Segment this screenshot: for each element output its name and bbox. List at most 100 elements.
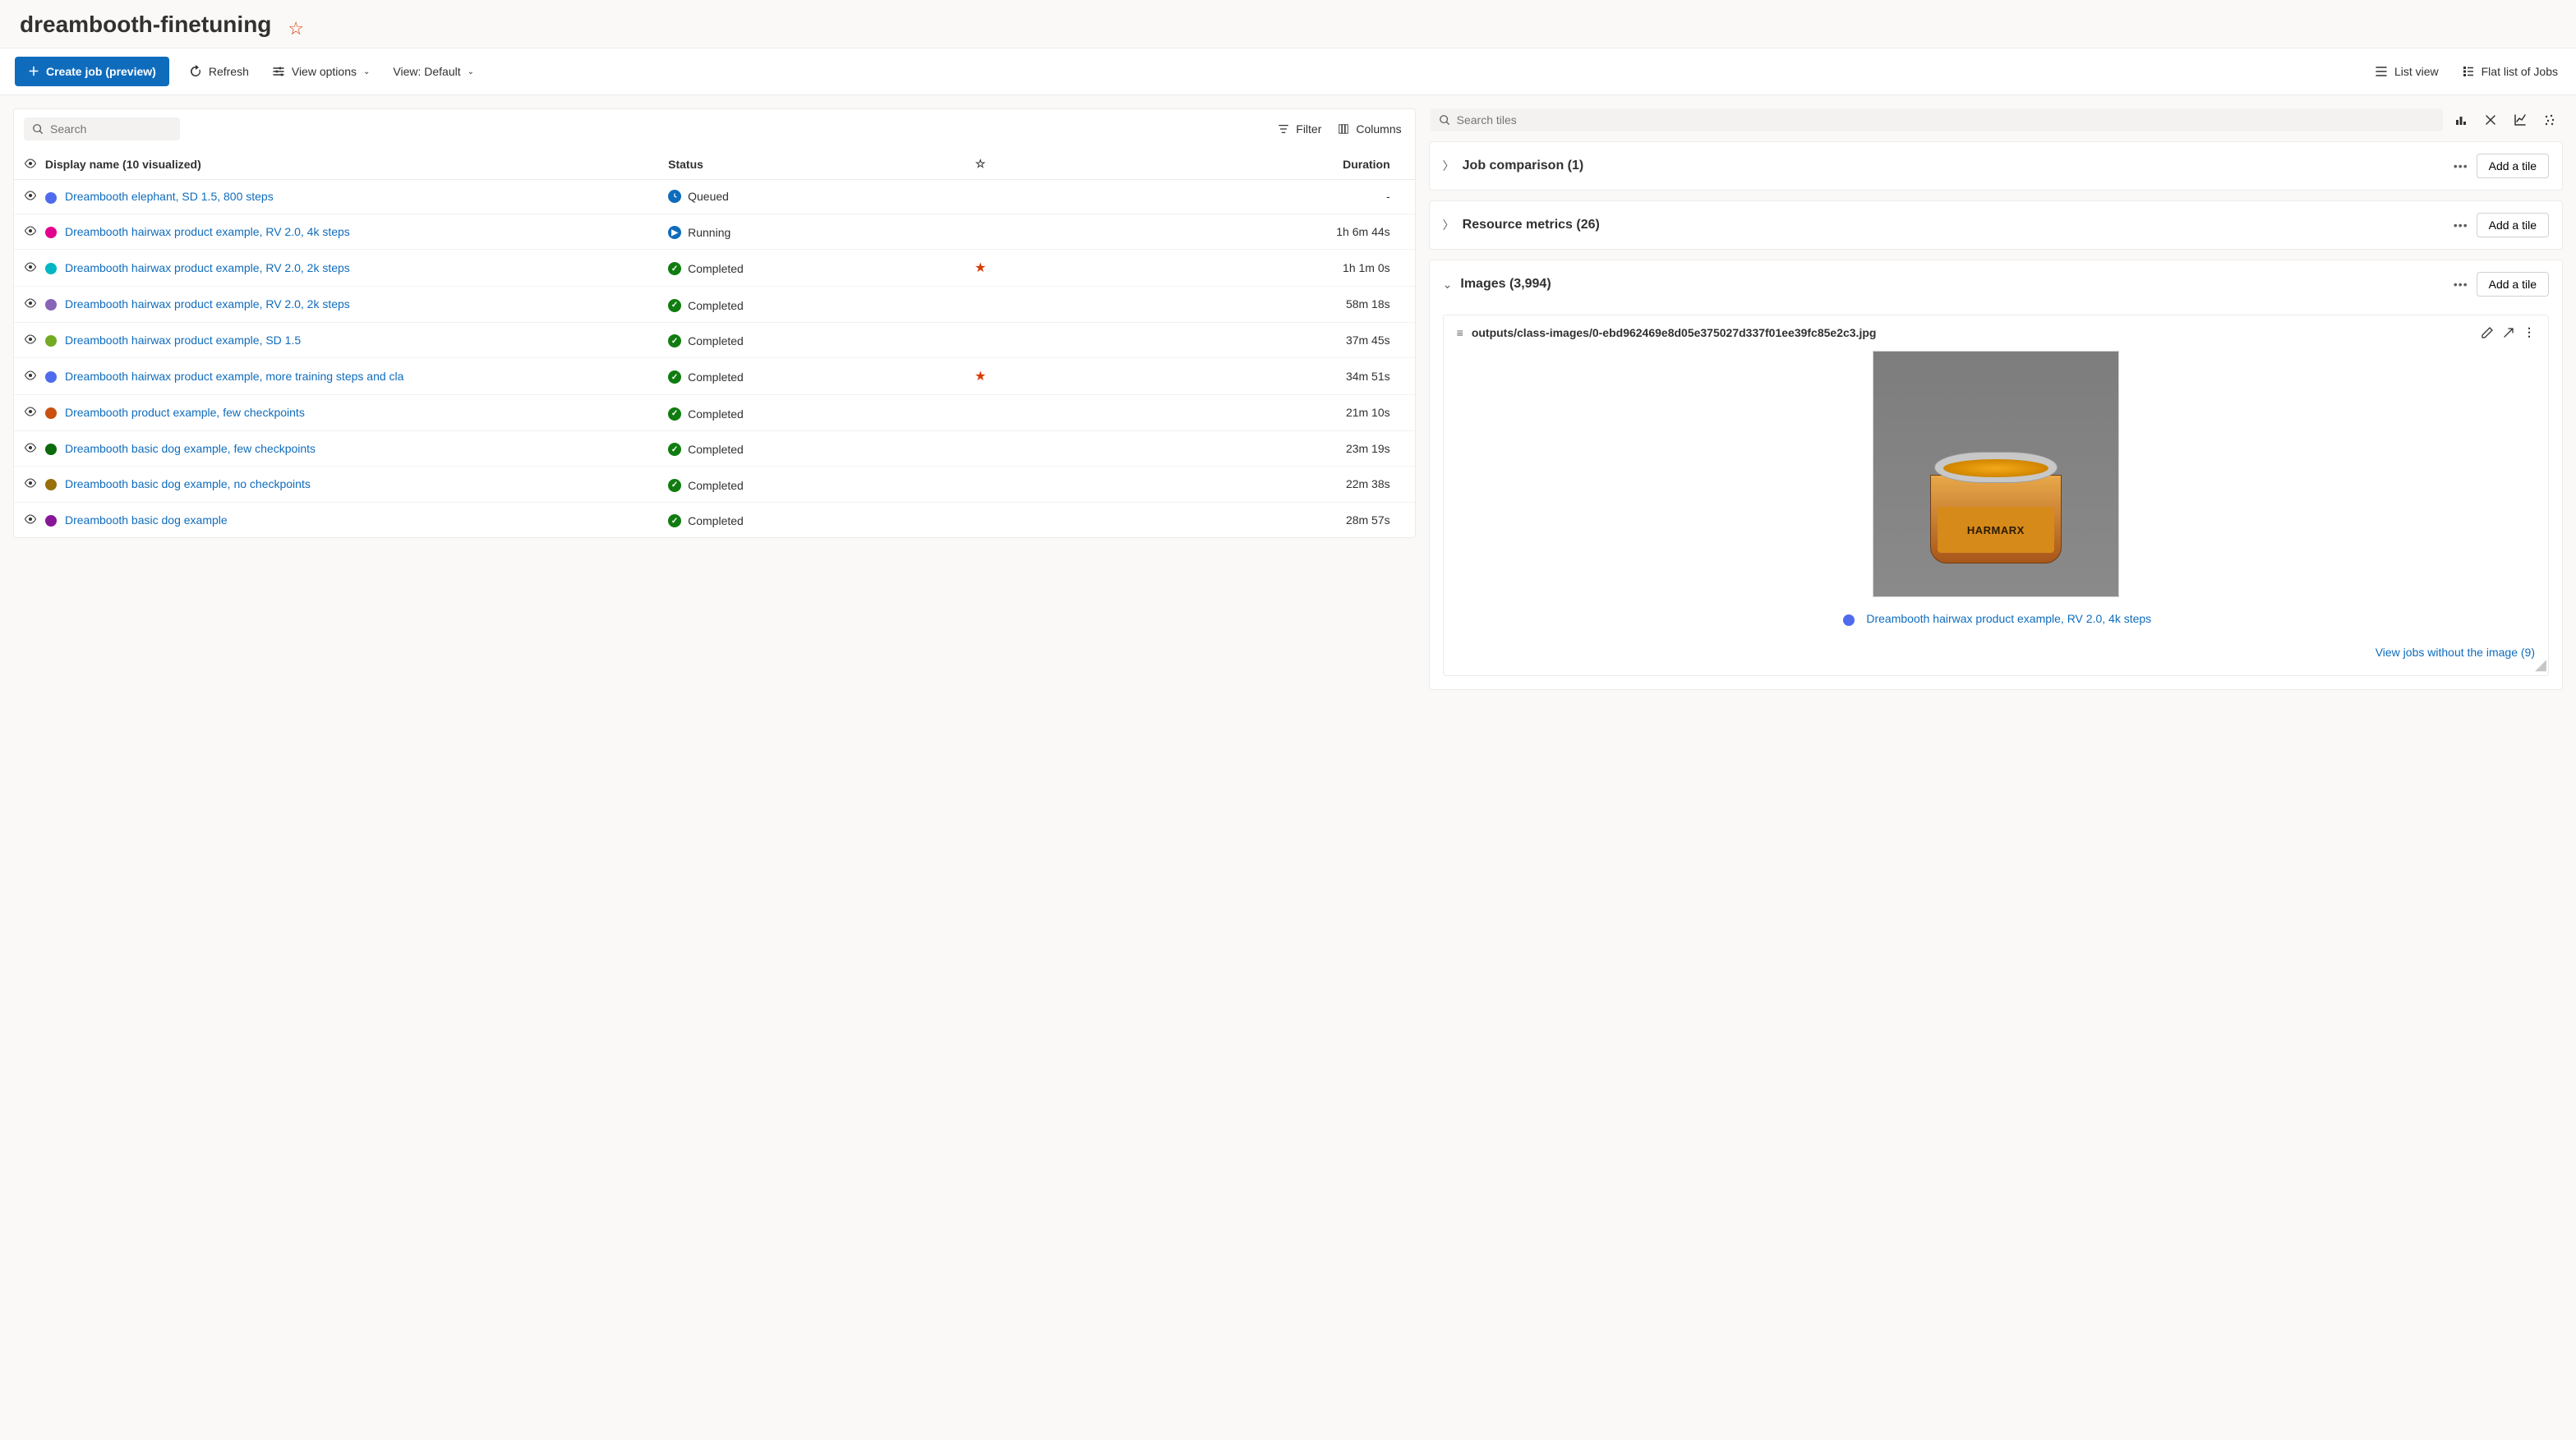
job-color-dot: [45, 444, 57, 455]
list-icon: [2375, 65, 2388, 78]
visibility-icon[interactable]: [24, 262, 37, 272]
chevron-right-icon[interactable]: 〉: [1443, 217, 1454, 233]
resize-handle-icon[interactable]: ◢: [2535, 656, 2546, 674]
job-status: Queued: [668, 190, 729, 203]
drag-handle-icon[interactable]: ≡: [1457, 326, 1463, 339]
job-comparison-title[interactable]: Job comparison (1): [1463, 159, 2445, 173]
view-default-button[interactable]: View: Default ⌄: [389, 60, 477, 83]
job-duration: 21m 10s: [1050, 395, 1414, 431]
more-icon[interactable]: •••: [2454, 219, 2468, 232]
job-duration: 22m 38s: [1050, 467, 1414, 503]
columns-button[interactable]: Columns: [1334, 117, 1404, 140]
col-name-header[interactable]: Display name (10 visualized): [45, 158, 201, 171]
image-caption-link[interactable]: Dreambooth hairwax product example, RV 2…: [1866, 612, 2151, 625]
images-title[interactable]: Images (3,994): [1460, 277, 2445, 292]
job-name-link[interactable]: Dreambooth elephant, SD 1.5, 800 steps: [65, 190, 274, 203]
view-options-button[interactable]: View options ⌄: [269, 60, 374, 83]
add-tile-button[interactable]: Add a tile: [2477, 154, 2549, 178]
refresh-button[interactable]: Refresh: [186, 60, 252, 83]
job-name-link[interactable]: Dreambooth hairwax product example, RV 2…: [65, 261, 350, 274]
visibility-icon[interactable]: [24, 478, 37, 488]
more-icon[interactable]: •••: [2454, 159, 2468, 173]
bar-chart-icon[interactable]: [2449, 108, 2472, 131]
table-row[interactable]: Dreambooth hairwax product example, RV 2…: [14, 250, 1415, 287]
add-tile-button[interactable]: Add a tile: [2477, 213, 2549, 237]
search-icon: [1439, 114, 1450, 126]
list-view-button[interactable]: List view: [2371, 60, 2442, 83]
more-icon[interactable]: •••: [2454, 278, 2468, 291]
search-icon: [32, 123, 44, 135]
visibility-icon[interactable]: [24, 298, 37, 308]
job-duration: 1h 1m 0s: [1050, 250, 1414, 287]
visibility-icon[interactable]: [24, 407, 37, 416]
job-name-link[interactable]: Dreambooth hairwax product example, SD 1…: [65, 334, 301, 347]
col-status-header[interactable]: Status: [658, 149, 910, 180]
job-duration: 58m 18s: [1050, 287, 1414, 323]
chevron-down-icon: ⌄: [468, 67, 474, 76]
table-row[interactable]: Dreambooth elephant, SD 1.5, 800 steps Qu…: [14, 180, 1415, 214]
job-color-dot: [45, 515, 57, 527]
filter-button[interactable]: Filter: [1274, 117, 1325, 140]
table-row[interactable]: Dreambooth hairwax product example, more…: [14, 358, 1415, 395]
visibility-icon[interactable]: [24, 514, 37, 524]
chevron-down-icon[interactable]: ⌄: [1443, 278, 1453, 292]
view-without-link[interactable]: View jobs without the image (9): [2376, 646, 2535, 659]
clear-chart-icon[interactable]: [2479, 108, 2502, 131]
table-row[interactable]: Dreambooth basic dog example, no checkpo…: [14, 467, 1415, 503]
search-jobs[interactable]: [24, 117, 180, 140]
list-view-label: List view: [2394, 65, 2439, 78]
table-row[interactable]: Dreambooth basic dog example, few checkp…: [14, 430, 1415, 467]
job-status: ✓Completed: [668, 334, 744, 347]
resource-metrics-title[interactable]: Resource metrics (26): [1463, 218, 2445, 232]
flat-list-button[interactable]: Flat list of Jobs: [2458, 60, 2561, 83]
job-status: ✓Completed: [668, 514, 744, 527]
job-name-link[interactable]: Dreambooth hairwax product example, RV 2…: [65, 297, 350, 311]
table-row[interactable]: Dreambooth hairwax product example, SD 1…: [14, 322, 1415, 358]
col-star-header[interactable]: ☆: [910, 149, 1050, 180]
add-tile-button[interactable]: Add a tile: [2477, 272, 2549, 297]
job-status: ✓Completed: [668, 407, 744, 421]
table-row[interactable]: Dreambooth hairwax product example, RV 2…: [14, 214, 1415, 250]
job-status: ▶Running: [668, 226, 730, 239]
visibility-icon[interactable]: [24, 443, 37, 453]
section-job-comparison: 〉 Job comparison (1) ••• Add a tile: [1429, 141, 2563, 191]
job-name-link[interactable]: Dreambooth basic dog example, no checkpo…: [65, 477, 311, 490]
visibility-icon[interactable]: [24, 334, 37, 344]
table-row[interactable]: Dreambooth hairwax product example, RV 2…: [14, 287, 1415, 323]
search-tiles[interactable]: [1431, 108, 2443, 131]
edit-icon[interactable]: [2481, 326, 2494, 339]
filter-icon: [1278, 123, 1289, 135]
job-name-link[interactable]: Dreambooth basic dog example: [65, 513, 228, 527]
tile-more-icon[interactable]: ⋮: [2523, 325, 2535, 339]
table-row[interactable]: Dreambooth basic dog example✓Completed28…: [14, 502, 1415, 537]
job-name-link[interactable]: Dreambooth hairwax product example, more…: [65, 370, 403, 383]
job-color-dot: [45, 299, 57, 311]
job-name-link[interactable]: Dreambooth hairwax product example, RV 2…: [65, 225, 350, 238]
job-name-link[interactable]: Dreambooth basic dog example, few checkp…: [65, 442, 316, 455]
star-icon[interactable]: ★: [975, 370, 986, 384]
visibility-icon[interactable]: [24, 226, 37, 236]
search-tiles-input[interactable]: [1457, 113, 2435, 127]
search-jobs-input[interactable]: [50, 122, 172, 136]
expand-icon[interactable]: [2502, 326, 2515, 339]
section-images: ⌄ Images (3,994) ••• Add a tile ≡ output…: [1429, 260, 2563, 689]
favorite-star-icon[interactable]: ☆: [288, 18, 304, 39]
job-name-link[interactable]: Dreambooth product example, few checkpoi…: [65, 406, 305, 419]
job-color-dot: [45, 371, 57, 383]
job-duration: 1h 6m 44s: [1050, 214, 1414, 250]
create-job-button[interactable]: ＋ Create job (preview): [15, 57, 169, 86]
col-duration-header[interactable]: Duration: [1050, 149, 1414, 180]
visibility-icon[interactable]: [24, 191, 37, 200]
chevron-right-icon[interactable]: 〉: [1443, 158, 1454, 174]
visibility-icon[interactable]: [24, 370, 37, 380]
star-icon[interactable]: ★: [975, 261, 986, 275]
table-row[interactable]: Dreambooth product example, few checkpoi…: [14, 395, 1415, 431]
flat-list-label: Flat list of Jobs: [2482, 65, 2558, 78]
jobs-panel: Filter Columns Display name (10 visualiz…: [13, 108, 1416, 538]
job-status: ✓Completed: [668, 443, 744, 456]
job-status: ✓Completed: [668, 262, 744, 275]
scatter-icon[interactable]: [2538, 108, 2561, 131]
job-color-dot: [45, 479, 57, 490]
refresh-label: Refresh: [209, 65, 249, 78]
line-chart-icon[interactable]: [2509, 108, 2532, 131]
